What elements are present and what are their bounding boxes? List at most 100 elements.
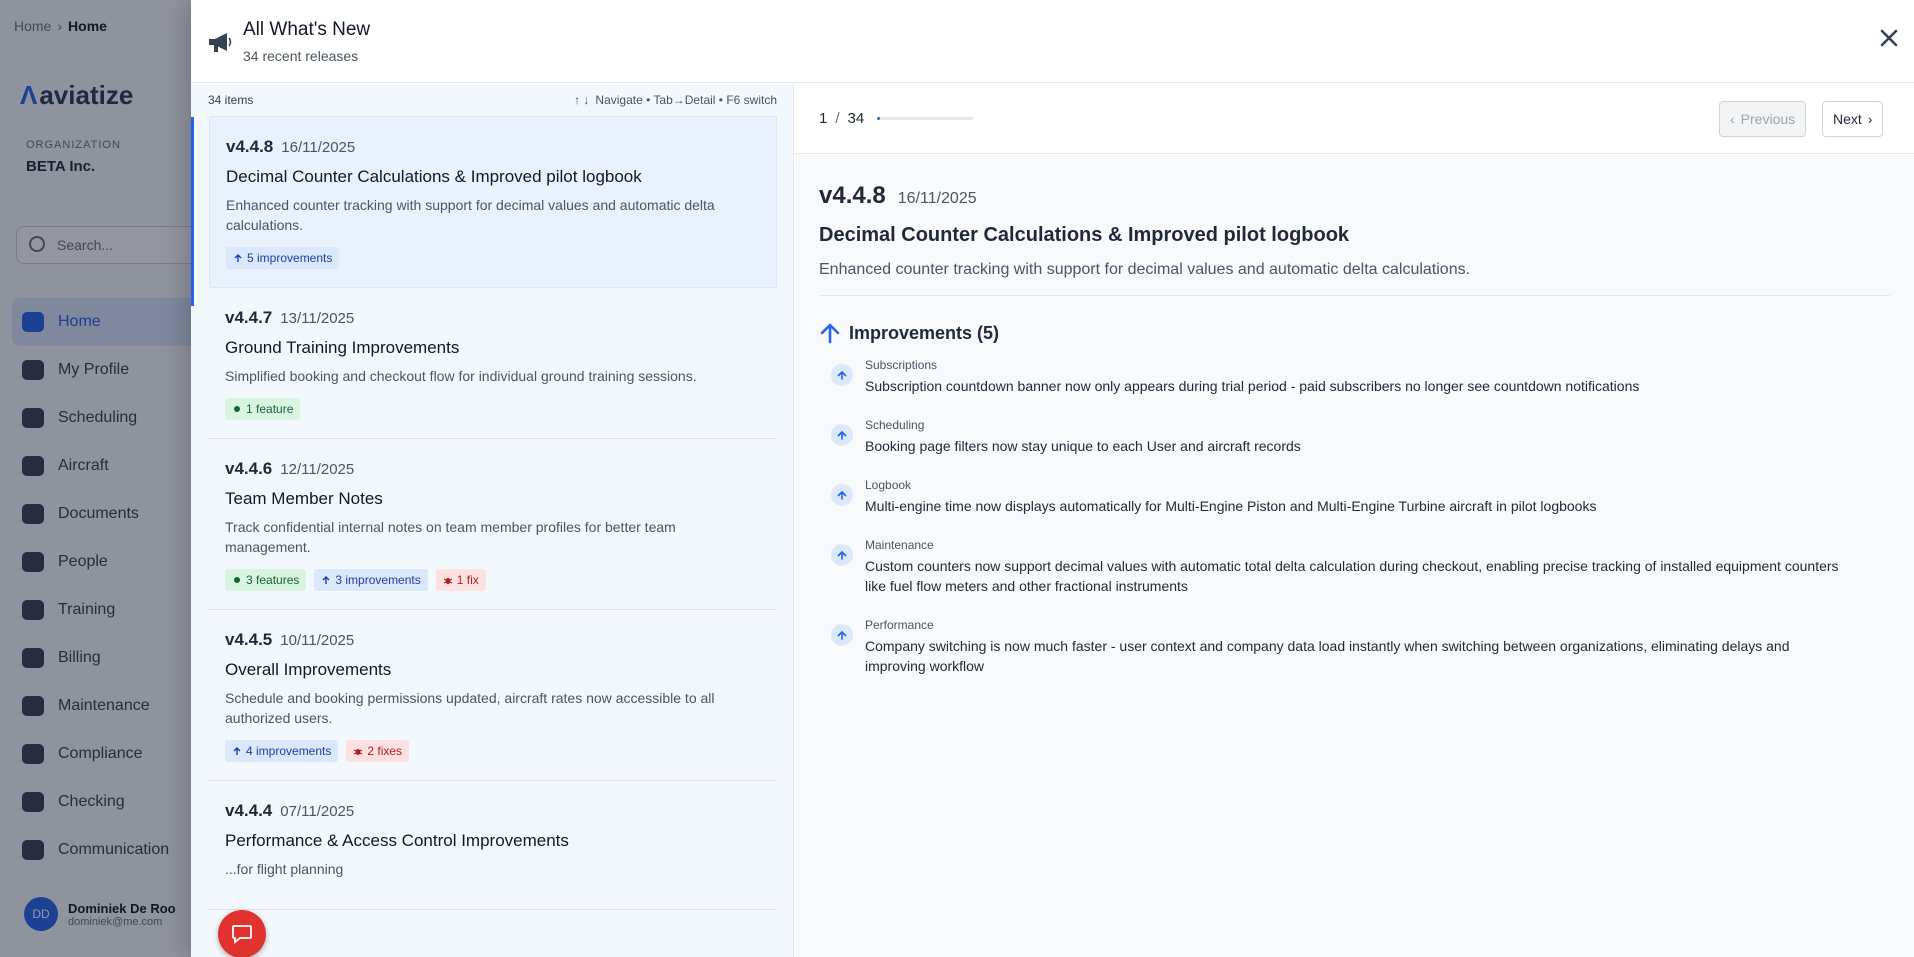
list-item[interactable]: v4.4.5 10/11/2025 Overall Improvements Sche… xyxy=(209,610,777,781)
item-description: Track confidential internal notes on tea… xyxy=(225,519,676,555)
previous-button[interactable]: ‹ Previous xyxy=(1719,101,1807,137)
entry-category: Performance xyxy=(865,618,934,632)
release-list: v4.4.8 16/11/2025 Decimal Counter Calculat… xyxy=(191,116,793,910)
fix-badge: 1 fix xyxy=(435,569,486,591)
improvement-entry: Scheduling Booking page filters now stay … xyxy=(819,418,1890,456)
arrow-up-icon xyxy=(820,323,840,344)
item-title: Decimal Counter Calculations & Improved … xyxy=(226,167,642,186)
item-date: 10/11/2025 xyxy=(280,632,355,649)
item-date: 07/11/2025 xyxy=(280,803,355,820)
improve-badge: 4 improvements xyxy=(225,740,339,762)
item-heading: v4.4.8 16/11/2025 xyxy=(226,137,760,157)
progress-bar xyxy=(877,117,973,120)
improve-badge: 5 improvements xyxy=(226,247,340,269)
panel-title: All What's New xyxy=(243,19,371,40)
chat-button[interactable] xyxy=(218,910,266,957)
entry-category: Subscriptions xyxy=(865,358,938,372)
badge-label: 3 features xyxy=(246,573,300,587)
improvement-entry: Maintenance Custom counters now support d… xyxy=(819,538,1890,596)
item-version: v4.4.6 xyxy=(225,459,273,478)
panel-header: All What's New 34 recent releases xyxy=(191,0,1914,83)
item-description: Simplified booking and checkout flow for… xyxy=(225,368,697,384)
arrow-up-icon xyxy=(233,747,241,755)
close-icon[interactable] xyxy=(1878,27,1900,49)
improve-badge: 3 improvements xyxy=(314,569,428,591)
item-title: Performance & Access Control Improvement… xyxy=(225,831,569,850)
item-version: v4.4.7 xyxy=(225,308,273,327)
detail-toolbar: 1 / 34 ‹ Previous Next › xyxy=(795,84,1914,154)
item-badges: 4 improvements 2 fixes xyxy=(225,740,761,762)
feature-badge: 1 feature xyxy=(225,398,301,420)
badge-label: 5 improvements xyxy=(247,251,333,265)
detail-date: 16/11/2025 xyxy=(897,190,977,207)
entry-text: Company switching is now much faster - u… xyxy=(865,638,1790,674)
item-title: Ground Training Improvements xyxy=(225,338,460,357)
list-item[interactable]: v4.4.4 07/11/2025 Performance & Access Con… xyxy=(209,781,777,910)
arrow-up-down-icon: ↑ ↓ xyxy=(574,93,590,107)
detail-heading: v4.4.8 16/11/2025 xyxy=(819,182,1890,210)
bug-icon xyxy=(443,578,452,584)
detail-body: v4.4.8 16/11/2025 Decimal Counter Calcul… xyxy=(795,154,1914,676)
item-version: v4.4.4 xyxy=(225,801,273,820)
release-detail-pane: 1 / 34 ‹ Previous Next › v4.4.8 16/11/20… xyxy=(795,84,1914,957)
entry-category: Logbook xyxy=(865,478,912,492)
arrow-up-icon xyxy=(322,576,330,584)
arrow-up-icon xyxy=(831,624,853,646)
item-badges: 1 feature xyxy=(225,398,761,420)
arrow-up-icon xyxy=(831,424,853,446)
next-label: Next xyxy=(1833,111,1862,127)
badge-label: 1 fix xyxy=(456,573,479,587)
detail-version: v4.4.8 xyxy=(819,182,886,209)
pager-separator: / xyxy=(835,110,840,127)
item-heading: v4.4.7 13/11/2025 xyxy=(225,308,761,328)
list-item[interactable]: v4.4.7 13/11/2025 Ground Training Improvem… xyxy=(209,288,777,439)
bug-icon xyxy=(354,749,363,755)
chevron-left-icon: ‹ xyxy=(1730,111,1735,127)
detail-title: Decimal Counter Calculations & Improved … xyxy=(819,224,1350,246)
chevron-right-icon: › xyxy=(1867,111,1873,127)
entry-text: Custom counters now support decimal valu… xyxy=(865,558,1839,594)
megaphone-icon xyxy=(209,33,232,52)
item-description: Schedule and booking permissions updated… xyxy=(225,690,715,726)
item-date: 16/11/2025 xyxy=(281,139,356,156)
badge-label: 3 improvements xyxy=(335,573,421,587)
item-badges: 5 improvements xyxy=(226,247,760,269)
improvement-entry: Subscriptions Subscription countdown bann… xyxy=(819,358,1890,396)
entry-text: Subscription countdown banner now only a… xyxy=(865,378,1640,394)
arrow-up-icon xyxy=(831,544,853,566)
item-title: Team Member Notes xyxy=(225,489,383,508)
item-description: Enhanced counter tracking with support f… xyxy=(226,197,715,233)
pager-total: 34 xyxy=(847,110,865,127)
selected-indicator xyxy=(191,117,194,306)
pager-current: 1 xyxy=(819,110,828,127)
whats-new-panel: All What's New 34 recent releases 34 ite… xyxy=(191,0,1914,957)
next-button[interactable]: Next › xyxy=(1822,101,1884,137)
list-item[interactable]: v4.4.8 16/11/2025 Decimal Counter Calculat… xyxy=(209,116,777,288)
sparkle-icon xyxy=(234,406,240,412)
pager: 1 / 34 xyxy=(819,110,864,127)
entry-text: Multi-engine time now displays automatic… xyxy=(865,498,1597,514)
entry-category: Scheduling xyxy=(865,418,925,432)
release-list-pane: 34 items ↑ ↓ Navigate • Tab→Detail • F6 … xyxy=(191,84,794,957)
improvement-entry: Logbook Multi-engine time now displays au… xyxy=(819,478,1890,516)
badge-label: 1 feature xyxy=(246,402,294,416)
badge-label: 4 improvements xyxy=(246,744,332,758)
item-date: 12/11/2025 xyxy=(280,461,355,478)
item-count: 34 items xyxy=(208,93,254,107)
item-badges: 3 features 3 improvements 1 fix xyxy=(225,569,761,591)
chat-bubble-icon xyxy=(232,925,252,944)
list-toolbar: 34 items ↑ ↓ Navigate • Tab→Detail • F6 … xyxy=(191,84,793,116)
fix-badge: 2 fixes xyxy=(346,740,410,762)
improvement-entry: Performance Company switching is now much… xyxy=(819,618,1890,676)
improvement-list: Subscriptions Subscription countdown bann… xyxy=(819,358,1890,676)
arrow-up-icon xyxy=(234,254,242,262)
entry-text: Booking page filters now stay unique to … xyxy=(865,438,1301,454)
item-heading: v4.4.5 10/11/2025 xyxy=(225,630,761,650)
section-title: Improvements (5) xyxy=(849,322,1000,343)
arrow-up-icon xyxy=(831,484,853,506)
sparkle-icon xyxy=(234,577,240,583)
feature-badge: 3 features xyxy=(225,569,307,591)
list-item[interactable]: v4.4.6 12/11/2025 Team Member Notes Track c… xyxy=(209,439,777,610)
improvements-section-header: Improvements (5) xyxy=(819,322,1890,344)
item-description: ...for flight planning xyxy=(225,861,344,877)
